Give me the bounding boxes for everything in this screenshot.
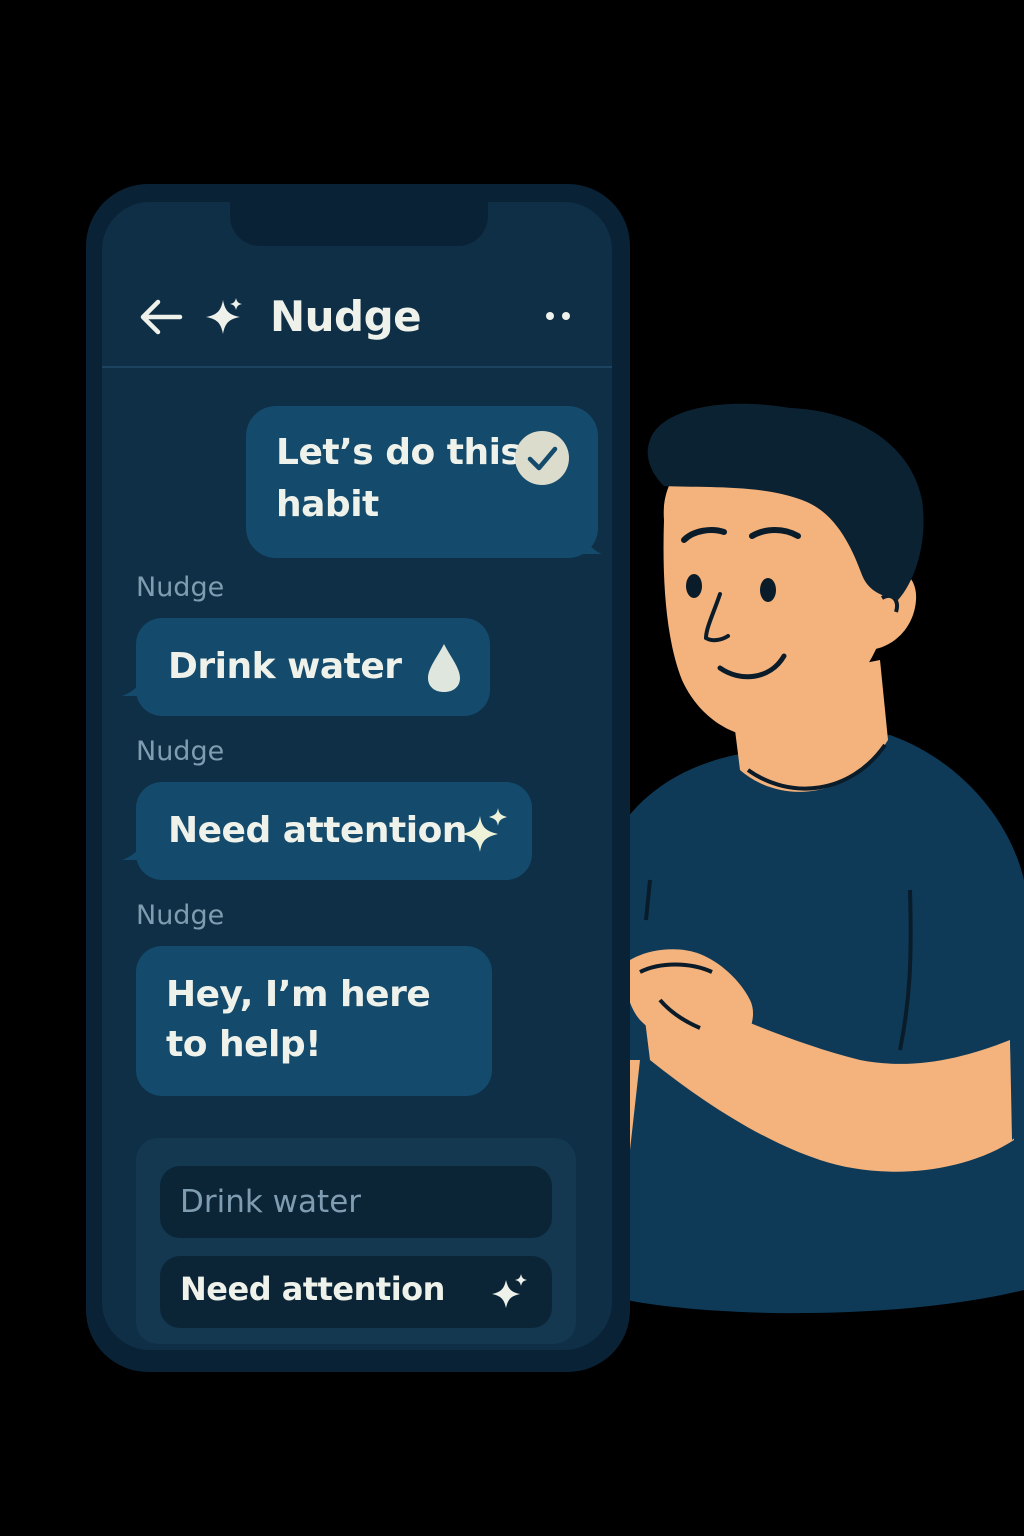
message-text: Need attention [168,810,467,851]
hair [647,403,924,600]
chat-title: Nudge [270,292,422,341]
message-bubble-nudge: Need attention [136,782,532,880]
message-bubble-user: Let’s do this habit [246,406,598,558]
message-text: Drink water [168,646,402,687]
sparkle-icon [206,298,242,334]
sender-label: Nudge [136,736,225,767]
sender-label: Nudge [136,900,225,931]
shirt [599,735,1024,1314]
message-text-line1: Let’s do this [276,432,522,473]
water-drop-icon [428,644,460,692]
message-text-line2: habit [276,484,379,525]
more-dots-icon[interactable] [542,306,578,326]
bubble-tail [574,524,602,554]
message-bubble-nudge: Hey, I’m here to help! [136,946,492,1096]
suggestion-button[interactable]: Need attention [160,1256,552,1328]
sparkle-icon [462,808,507,852]
ear [866,569,917,650]
message-input[interactable] [160,1166,552,1238]
right-arm [640,980,1014,1172]
right-hand [625,949,754,1060]
chat-screen: Nudge Let’s do this habit Nudge Drink wa… [102,202,612,1350]
message-text-line2: to help! [166,1024,322,1065]
check-circle-icon [515,431,569,485]
suggestion-label: Need attention [180,1270,445,1308]
message-bubble-nudge: Drink water [136,618,490,716]
phone-frame: Nudge Let’s do this habit Nudge Drink wa… [86,184,630,1372]
composer-panel: Need attention [136,1138,576,1344]
neck [730,660,888,792]
sparkle-icon [492,1274,527,1308]
sender-label: Nudge [136,572,225,603]
phone-notch [230,202,488,246]
message-text-line1: Hey, I’m here [166,974,431,1015]
face [663,430,903,738]
back-arrow-icon[interactable] [136,292,186,342]
chat-header: Nudge [102,262,612,368]
